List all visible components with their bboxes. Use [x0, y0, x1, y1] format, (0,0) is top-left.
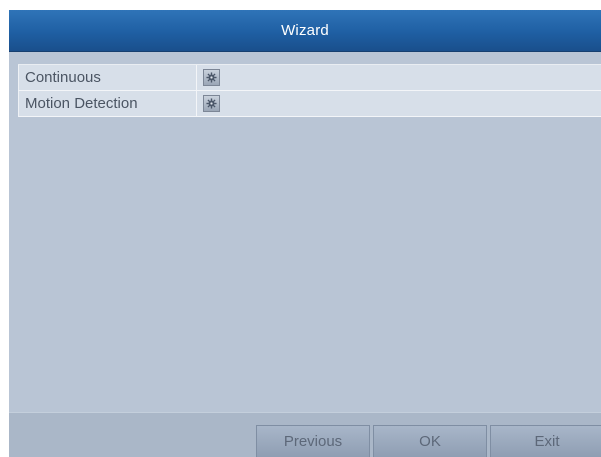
dialog-footer: Previous OK Exit [9, 412, 601, 457]
wizard-dialog: Wizard Continuous Motion Detection Previ… [9, 10, 601, 457]
gear-icon [206, 72, 217, 83]
ok-button[interactable]: OK [373, 425, 487, 457]
motion-detection-settings-button[interactable] [203, 95, 220, 112]
gear-icon [206, 98, 217, 109]
exit-button[interactable]: Exit [490, 425, 601, 457]
row-label: Continuous [19, 65, 197, 90]
dialog-title: Wizard [281, 22, 329, 39]
table-row-motion-detection: Motion Detection [18, 91, 601, 117]
row-action-cell [197, 65, 601, 90]
continuous-settings-button[interactable] [203, 69, 220, 86]
recording-type-table: Continuous Motion Detection [18, 64, 601, 117]
previous-button[interactable]: Previous [256, 425, 370, 457]
row-label: Motion Detection [19, 91, 197, 116]
row-action-cell [197, 91, 601, 116]
title-bar: Wizard [9, 10, 601, 52]
table-row-continuous: Continuous [18, 65, 601, 91]
